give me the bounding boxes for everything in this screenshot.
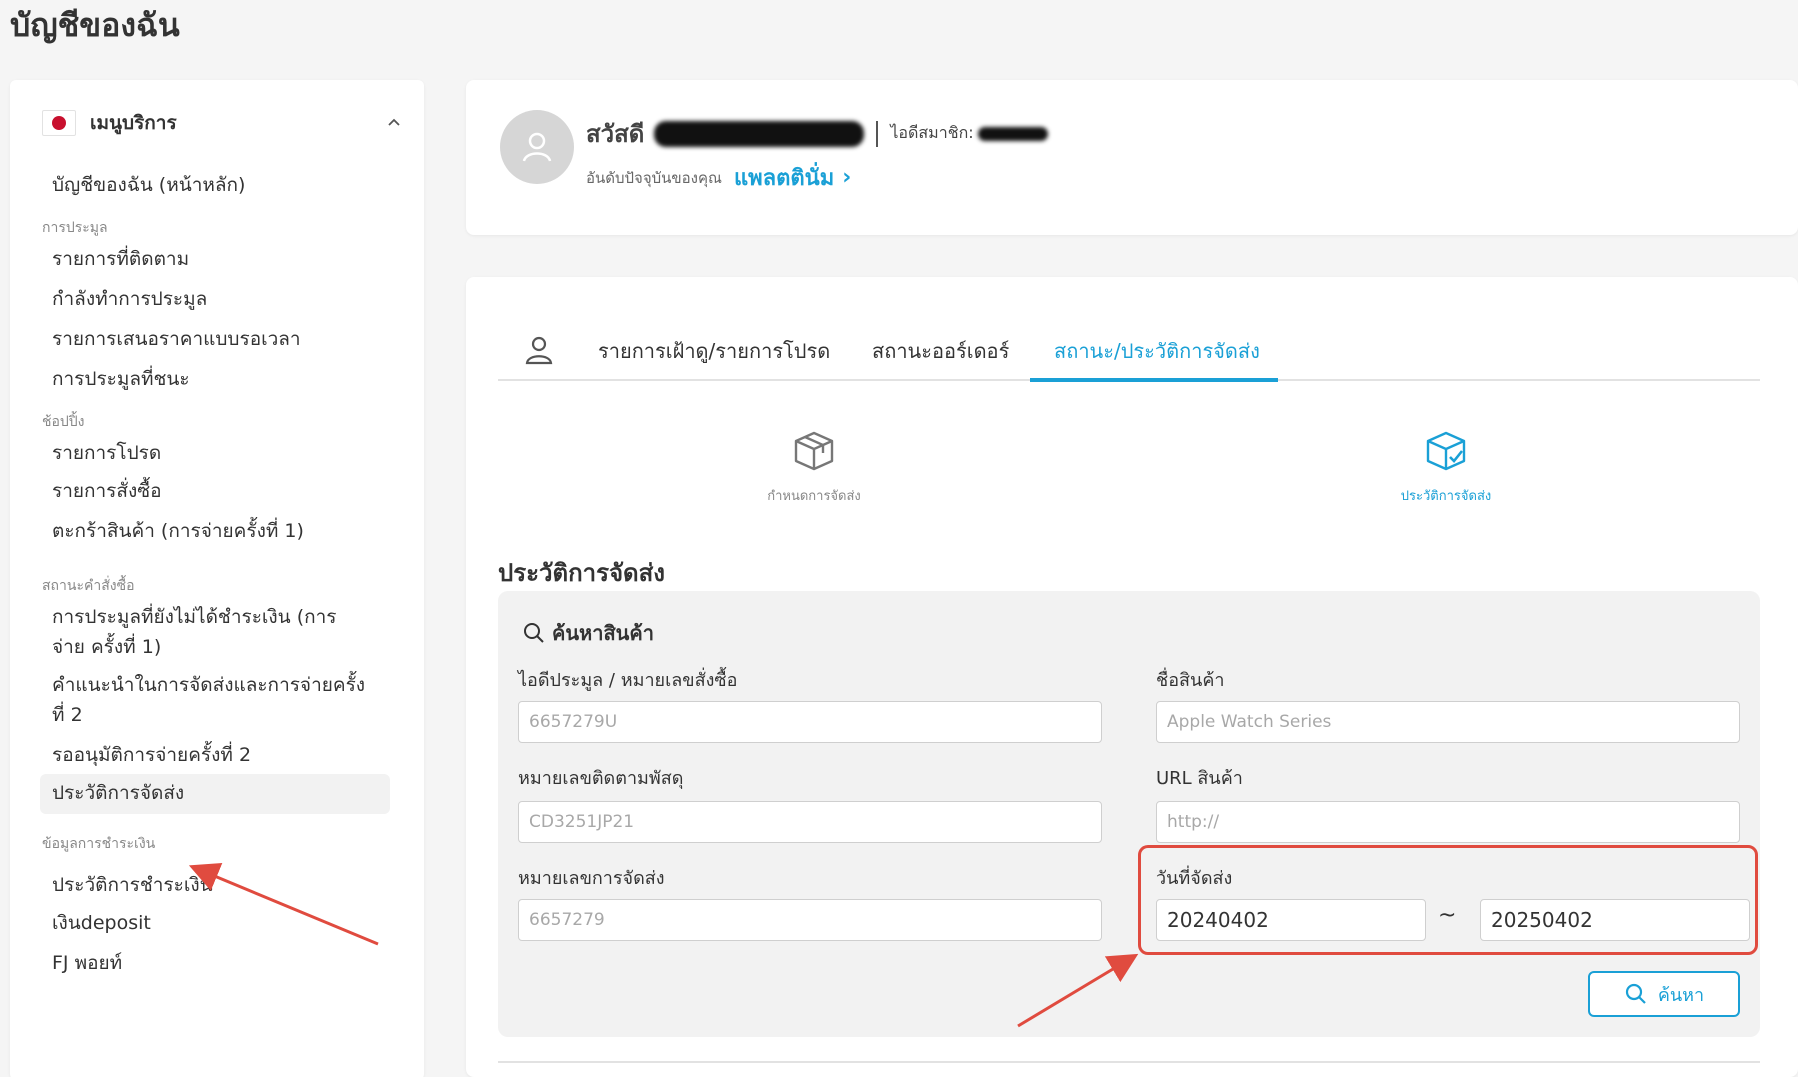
main-card: รายการเฝ้าดู/รายการโปรด สถานะออร์เดอร์ ส… bbox=[466, 277, 1798, 1077]
sidebar-item-cart[interactable]: ตะกร้าสินค้า (การจ่ายครั้งที่ 1) bbox=[40, 516, 316, 546]
tab-order-status[interactable]: สถานะออร์เดอร์ bbox=[872, 335, 1009, 367]
member-id-label: ไอดีสมาชิก: bbox=[890, 123, 974, 142]
user-icon[interactable] bbox=[522, 333, 556, 367]
auction-id-input[interactable] bbox=[518, 701, 1102, 743]
sidebar-header[interactable]: เมนูบริการ bbox=[42, 108, 402, 138]
search-panel-title: ค้นหาสินค้า bbox=[522, 617, 654, 649]
search-button[interactable]: ค้นหา bbox=[1588, 971, 1740, 1017]
product-name-input[interactable] bbox=[1156, 701, 1740, 743]
tab-watchlist[interactable]: รายการเฝ้าดู/รายการโปรด bbox=[598, 335, 830, 367]
user-icon bbox=[522, 132, 552, 162]
avatar bbox=[500, 110, 574, 184]
sidebar-item-orders[interactable]: รายการสั่งซื้อ bbox=[40, 476, 174, 506]
search-panel-title-text: ค้นหาสินค้า bbox=[552, 621, 654, 645]
divider bbox=[498, 1061, 1760, 1063]
rank-row: อันดับปัจจุบันของคุณ แพลตตินั่ม › bbox=[586, 160, 851, 195]
page-title: บัญชีของฉัน bbox=[10, 6, 180, 44]
annotation-highlight-box bbox=[1138, 845, 1758, 955]
search-icon bbox=[1625, 983, 1646, 1004]
japan-flag-icon bbox=[42, 110, 76, 136]
greeting-divider bbox=[876, 120, 879, 147]
sidebar-item-deposit[interactable]: เงินdeposit bbox=[40, 908, 163, 938]
product-url-label: URL สินค้า bbox=[1156, 768, 1243, 789]
shipment-number-label: หมายเลขการจัดส่ง bbox=[518, 868, 665, 889]
section-title: ประวัติการจัดส่ง bbox=[498, 559, 665, 587]
search-icon bbox=[524, 623, 544, 643]
sidebar-item-scheduled-bids[interactable]: รายการเสนอราคาแบบรอเวลา bbox=[40, 324, 313, 354]
sidebar-section-shopping: ช้อปปิ้ง bbox=[42, 414, 85, 430]
sidebar-item-won-auctions[interactable]: การประมูลที่ชนะ bbox=[40, 364, 202, 394]
tab-shipping-status[interactable]: สถานะ/ประวัติการจัดส่ง bbox=[1054, 335, 1260, 367]
search-button-label: ค้นหา bbox=[1657, 984, 1705, 1006]
subnav-label: กำหนดการจัดส่ง bbox=[767, 489, 861, 504]
tracking-label: หมายเลขติดตามพัสดุ bbox=[518, 768, 684, 789]
sidebar-item-pending-payment[interactable]: รออนุมัติการจ่ายครั้งที่ 2 bbox=[40, 740, 263, 770]
sidebar-item-fj-points[interactable]: FJ พอยท์ bbox=[40, 948, 134, 978]
search-panel: ค้นหาสินค้า ไอดีประมูล / หมายเลขสั่งซื้อ… bbox=[498, 591, 1760, 1037]
auction-id-label: ไอดีประมูล / หมายเลขสั่งซื้อ bbox=[518, 670, 738, 691]
sidebar-section-payment: ข้อมูลการชำระเงิน bbox=[42, 836, 156, 852]
sidebar-item-payment-history[interactable]: ประวัติการชำระเงิน bbox=[40, 870, 225, 900]
chevron-right-icon[interactable]: › bbox=[842, 165, 851, 190]
sidebar-section-order-status: สถานะคำสั่งซื้อ bbox=[42, 578, 135, 594]
sidebar-section-auction: การประมูล bbox=[42, 220, 108, 236]
profile-card: สวัสดี ไอดีสมาชิก: อันดับปัจจุบันของคุณ … bbox=[466, 80, 1798, 235]
product-url-input[interactable] bbox=[1156, 801, 1740, 843]
tracking-input[interactable] bbox=[518, 801, 1102, 843]
subnav-shipping-history[interactable]: ประวัติการจัดส่ง bbox=[1346, 427, 1546, 506]
active-tab-indicator bbox=[1030, 378, 1278, 382]
shipment-number-input[interactable] bbox=[518, 899, 1102, 941]
sidebar-item-shipping-history[interactable]: ประวัติการจัดส่ง bbox=[40, 774, 390, 814]
sidebar-header-label: เมนูบริการ bbox=[90, 112, 177, 134]
sidebar-item-bidding[interactable]: กำลังทำการประมูล bbox=[40, 284, 219, 314]
sidebar: เมนูบริการ บัญชีของฉัน (หน้าหลัก) การประ… bbox=[10, 80, 424, 1077]
tab-bar: รายการเฝ้าดู/รายการโปรด สถานะออร์เดอร์ ส… bbox=[498, 331, 1760, 382]
redacted-username bbox=[654, 120, 865, 147]
product-name-label: ชื่อสินค้า bbox=[1156, 670, 1225, 691]
subnav-label: ประวัติการจัดส่ง bbox=[1400, 489, 1492, 504]
greeting-row: สวัสดี ไอดีสมาชิก: bbox=[586, 114, 1048, 153]
sidebar-item-shipping-guide[interactable]: คำแนะนำในการจัดส่งและการจ่ายครั้งที่ 2 bbox=[40, 670, 380, 730]
greeting-text: สวัสดี bbox=[586, 120, 645, 148]
redacted-member-id bbox=[977, 126, 1048, 141]
rank-link[interactable]: แพลตตินั่ม bbox=[734, 160, 834, 195]
sidebar-item-watchlist[interactable]: รายการที่ติดตาม bbox=[40, 244, 201, 274]
sidebar-item-home[interactable]: บัญชีของฉัน (หน้าหลัก) bbox=[40, 170, 257, 200]
box-icon bbox=[794, 431, 834, 471]
subnav-shipping-schedule[interactable]: กำหนดการจัดส่ง bbox=[714, 427, 914, 506]
rank-label: อันดับปัจจุบันของคุณ bbox=[586, 168, 722, 187]
sidebar-item-unpaid[interactable]: การประมูลที่ยังไม่ได้ชำระเงิน (การจ่าย ค… bbox=[40, 602, 380, 662]
box-check-icon bbox=[1426, 431, 1466, 471]
chevron-up-icon[interactable] bbox=[386, 114, 402, 130]
sidebar-item-favorites[interactable]: รายการโปรด bbox=[40, 438, 173, 468]
